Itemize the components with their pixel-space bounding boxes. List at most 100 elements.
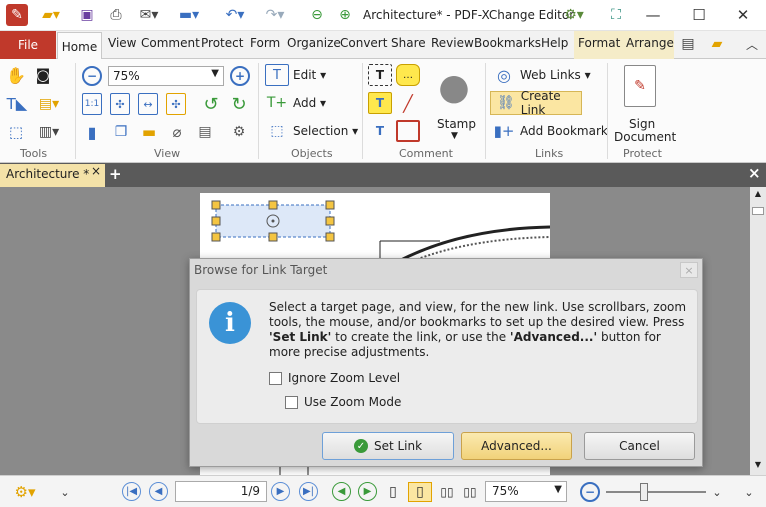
- single-page-icon[interactable]: ▯: [386, 482, 400, 502]
- clipboard-icon[interactable]: ▤▾: [32, 93, 66, 115]
- add-button[interactable]: Add ▾: [293, 96, 326, 110]
- comments-pane-icon[interactable]: ▬: [138, 121, 160, 143]
- tab-arrange[interactable]: Arrange: [626, 36, 674, 50]
- open-folder-icon[interactable]: ▰▾: [36, 4, 66, 26]
- properties-pane-icon[interactable]: ▤: [194, 121, 216, 143]
- sign-document-icon[interactable]: ✎: [624, 65, 656, 107]
- vertical-scrollbar[interactable]: ▲ ▼: [750, 187, 766, 475]
- tab-form[interactable]: Form: [250, 36, 280, 50]
- undo-icon[interactable]: ↶▾: [218, 4, 252, 26]
- find-pane-icon[interactable]: ⚙: [228, 121, 250, 143]
- slider-thumb[interactable]: [640, 483, 648, 501]
- fit-visible-icon[interactable]: ✣: [166, 93, 186, 115]
- previous-page-icon[interactable]: ◀: [149, 482, 168, 501]
- typewriter-icon[interactable]: T: [368, 64, 392, 86]
- scroll-thumb[interactable]: [752, 207, 764, 215]
- advanced-button[interactable]: Advanced...: [461, 432, 572, 460]
- zoom-in-icon[interactable]: +: [230, 66, 250, 86]
- maximize-button[interactable]: ☐: [676, 0, 722, 30]
- tab-help[interactable]: Help: [541, 36, 568, 50]
- back-icon[interactable]: ⊖: [306, 4, 328, 26]
- selection-icon[interactable]: ⬚: [265, 120, 289, 142]
- zoom-out-icon[interactable]: −: [82, 66, 102, 86]
- email-icon[interactable]: ✉▾: [132, 4, 166, 26]
- status-more-icon[interactable]: ⌄: [742, 482, 756, 502]
- rectangle-tool-icon[interactable]: [396, 120, 420, 142]
- tab-view[interactable]: View: [108, 36, 136, 50]
- sticky-note-icon[interactable]: …: [396, 64, 420, 86]
- tab-convert[interactable]: Convert: [340, 36, 387, 50]
- tab-format[interactable]: Format: [578, 36, 620, 50]
- forward-view-icon[interactable]: ▶: [358, 482, 377, 501]
- first-page-icon[interactable]: |◀: [122, 482, 141, 501]
- use-zoom-mode-checkbox[interactable]: Use Zoom Mode: [285, 395, 401, 409]
- highlight-text-icon[interactable]: T: [368, 92, 392, 114]
- last-page-icon[interactable]: ▶|: [299, 482, 318, 501]
- page-number-field[interactable]: 1/9: [175, 481, 267, 502]
- rotate-right-icon[interactable]: ↻: [228, 93, 250, 115]
- status-zoom-field[interactable]: 75% ▼: [485, 481, 567, 502]
- tab-bookmarks[interactable]: Bookmarks: [474, 36, 541, 50]
- scroll-down-icon[interactable]: ▼: [752, 460, 764, 472]
- tab-share[interactable]: Share: [391, 36, 426, 50]
- tab-home[interactable]: Home: [57, 32, 102, 60]
- snapshot-icon[interactable]: ◙: [32, 65, 54, 85]
- sign-label-2[interactable]: Document: [614, 130, 676, 144]
- slider-options-icon[interactable]: ⌄: [710, 482, 724, 502]
- scroll-up-icon[interactable]: ▲: [752, 189, 764, 201]
- scanner-icon[interactable]: ▬▾: [170, 4, 208, 26]
- checkbox-box[interactable]: [269, 371, 282, 385]
- selection-button[interactable]: Selection ▾: [293, 124, 358, 138]
- actual-size-icon[interactable]: 1:1: [82, 93, 102, 115]
- edit-button[interactable]: Edit ▾: [293, 68, 326, 82]
- set-link-button[interactable]: ✓ Set Link: [322, 432, 454, 460]
- facing-pages-icon[interactable]: ▯▯: [436, 482, 458, 502]
- add-object-icon[interactable]: T+: [265, 92, 289, 114]
- thumbnails-icon[interactable]: ❐: [110, 121, 132, 143]
- collapse-ribbon-icon[interactable]: ︿: [742, 33, 762, 55]
- forward-icon[interactable]: ⊕: [334, 4, 356, 26]
- checkbox-box[interactable]: [285, 395, 298, 409]
- redo-icon[interactable]: ↷▾: [258, 4, 292, 26]
- close-tab-icon[interactable]: ×: [91, 164, 101, 178]
- tab-organize[interactable]: Organize: [287, 36, 341, 50]
- line-tool-icon[interactable]: ╱: [396, 92, 420, 114]
- tab-comment[interactable]: Comment: [141, 36, 200, 50]
- attachments-icon[interactable]: ⌀: [166, 121, 188, 143]
- edit-text-icon[interactable]: T◣: [4, 93, 30, 115]
- document-tab[interactable]: Architecture * ×: [0, 164, 105, 187]
- status-zoom-out-icon[interactable]: −: [580, 482, 600, 502]
- fullscreen-icon[interactable]: ⛶: [604, 4, 628, 26]
- save-icon[interactable]: ▣: [76, 4, 98, 26]
- close-window-button[interactable]: ✕: [720, 0, 766, 30]
- text-box-icon[interactable]: T: [368, 120, 392, 142]
- create-link-button[interactable]: ⛓ Create Link: [490, 89, 582, 117]
- next-page-icon[interactable]: ▶: [271, 482, 290, 501]
- continuous-facing-icon[interactable]: ▯▯: [460, 482, 480, 502]
- customize-toolbar-icon[interactable]: ⚙▾: [556, 4, 592, 26]
- cancel-button[interactable]: Cancel: [584, 432, 695, 460]
- stamp-button[interactable]: Stamp: [437, 117, 476, 131]
- minimize-button[interactable]: —: [630, 0, 676, 30]
- fit-width-icon[interactable]: ↔: [138, 93, 158, 115]
- edit-objects-icon[interactable]: T: [265, 64, 289, 86]
- find-folder-icon[interactable]: ▰: [704, 33, 730, 55]
- add-bookmark-button[interactable]: Add Bookmark: [520, 124, 608, 138]
- hand-tool-icon[interactable]: ✋: [6, 65, 26, 85]
- ignore-zoom-checkbox[interactable]: Ignore Zoom Level: [269, 371, 400, 385]
- stamp-dropdown-icon[interactable]: ▼: [451, 131, 458, 141]
- back-view-icon[interactable]: ◀: [332, 482, 351, 501]
- dialog-close-button[interactable]: ×: [680, 262, 698, 278]
- bookmark-icon[interactable]: ▮: [82, 121, 102, 143]
- tab-file[interactable]: File: [0, 31, 56, 59]
- status-options-icon[interactable]: ⌄: [58, 482, 72, 502]
- new-tab-icon[interactable]: +: [109, 165, 122, 183]
- document-properties-icon[interactable]: ▤: [676, 33, 700, 55]
- zoom-combo[interactable]: 75% ▼: [108, 66, 224, 86]
- tab-protect[interactable]: Protect: [201, 36, 243, 50]
- web-links-button[interactable]: Web Links ▾: [520, 68, 591, 82]
- web-links-icon[interactable]: ◎: [492, 64, 516, 86]
- continuous-page-icon[interactable]: ▯: [408, 482, 432, 502]
- fit-page-icon[interactable]: ✣: [110, 93, 130, 115]
- close-all-icon[interactable]: ×: [748, 164, 761, 182]
